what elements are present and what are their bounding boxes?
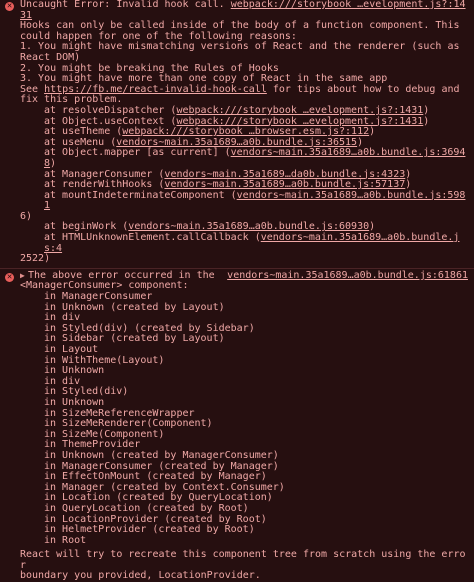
stack-frame-source-link[interactable]: webpack:///storybook …evelopment.js?:143… xyxy=(176,116,423,127)
stack-frame: at Object.mapper [as current] (vendors~m… xyxy=(20,148,468,169)
error-circle-icon: ✕ xyxy=(5,2,14,11)
stack-frame-close: ) xyxy=(423,104,430,116)
component-stack-line: in Unknown xyxy=(44,365,105,377)
docs-link[interactable]: https://fb.me/react-invalid-hook-call xyxy=(44,84,267,95)
devtools-console: ✕ Uncaught Error: Invalid hook call. web… xyxy=(0,0,474,581)
component-stack-line: in Unknown (created by ManagerConsumer) xyxy=(44,449,279,461)
stack-frame-close: ) xyxy=(405,168,412,180)
stack-frame-function: at useMenu ( xyxy=(44,136,117,148)
stack-frame-function: at beginWork ( xyxy=(44,221,129,233)
source-link[interactable]: vendors~main.35a1689…a0b.bundle.js:61861 xyxy=(227,270,468,282)
stack-frame-source-link[interactable]: vendors~main.35a1689…a0b.bundle.js:57137 xyxy=(164,179,405,190)
error-header: Uncaught Error: Invalid hook call. webpa… xyxy=(20,0,466,21)
stack-frame-function: at renderWithHooks ( xyxy=(44,179,165,191)
stack-frame-close: ) xyxy=(405,179,412,191)
stack-frame-function: at Object.mapper [as current] ( xyxy=(44,147,231,159)
console-error-entry-2: ✕ ▶ The above error occurred in the vendor… xyxy=(0,267,474,582)
stack-frame-source-link[interactable]: vendors~main.35a1689…da0b.bundle.js:4323 xyxy=(164,169,405,180)
error-circle-icon: ✕ xyxy=(5,272,14,282)
stack-frame-close: ) xyxy=(369,221,376,233)
stack-frame: at HTMLUnknownElement.callCallback (vend… xyxy=(20,232,468,254)
stack-frame-source-link[interactable]: vendors~main.35a1689…a0b.bundle.js:36515 xyxy=(116,137,357,148)
stack-frame-source-link[interactable]: vendors~main.35a1689…a0b.bundle.js:60930 xyxy=(128,221,369,233)
stack-frame-close: ) xyxy=(357,136,364,148)
stack-frame-function: at ManagerConsumer ( xyxy=(44,168,165,180)
console-error-entry: ✕ Uncaught Error: Invalid hook call. web… xyxy=(0,0,474,265)
stack-frame-source-link[interactable]: webpack:///storybook …browser.esm.js?:11… xyxy=(122,126,369,137)
component-stack-line: in Layout xyxy=(44,344,99,355)
stack-frame-function: at resolveDispatcher ( xyxy=(44,104,177,116)
stack-frame-function: at HTMLUnknownElement.callCallback ( xyxy=(44,232,261,244)
stack-frame-source-link[interactable]: webpack:///storybook …evelopment.js?:143… xyxy=(176,105,423,116)
component-stack-line: in HelmetProvider (created by Root) xyxy=(44,524,255,536)
stack-frame-function: 2522) xyxy=(20,253,51,265)
error-footer-line: React will try to recreate this componen… xyxy=(20,549,466,571)
component-stack: in ManagerConsumer in Unknown (created by… xyxy=(20,291,468,546)
stack-frame-close: ) xyxy=(423,115,430,127)
stack-frame-close: ) xyxy=(50,157,57,169)
stack-trace: at resolveDispatcher (webpack:///storybo… xyxy=(20,104,468,265)
stack-frame: at mountIndeterminateComponent (vendors~… xyxy=(20,189,468,212)
stack-frame: 2522) xyxy=(20,253,468,265)
error-message: Hooks can only be called inside of the b… xyxy=(20,21,468,85)
component-stack-line: in Unknown (created by Layout) xyxy=(44,301,225,313)
stack-frame-function: at mountIndeterminateComponent ( xyxy=(44,189,237,201)
error-message-line: React DOM) xyxy=(20,51,81,63)
error-message-line: 1. You might have mismatching versions o… xyxy=(20,41,460,53)
stack-frame-function: 6) xyxy=(20,210,33,222)
component-stack-line: in QueryLocation (created by Root) xyxy=(44,502,249,514)
component-stack-line: in Root xyxy=(44,534,87,546)
stack-frame-function: at Object.useContext ( xyxy=(44,115,177,127)
stack-frame-function: at useTheme ( xyxy=(44,126,123,138)
component-stack-line: in Unknown xyxy=(44,396,105,408)
error-footer: React will try to recreate this componen… xyxy=(20,549,468,582)
stack-frame-close: ) xyxy=(369,126,376,138)
error-footer-line: boundary you provided, LocationProvider. xyxy=(20,570,261,582)
